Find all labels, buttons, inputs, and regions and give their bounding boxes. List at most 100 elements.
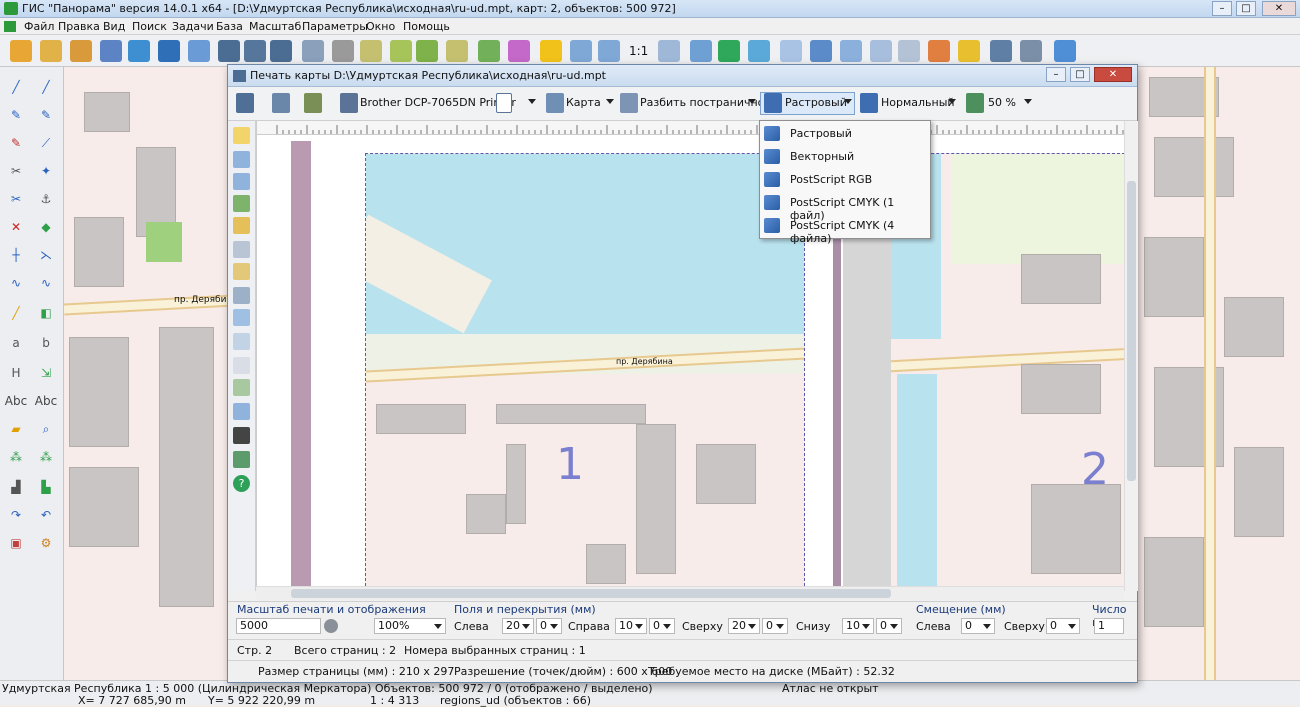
split-pages-button[interactable]: Разбить постранично bbox=[640, 96, 764, 109]
height-label[interactable]: H bbox=[5, 363, 27, 383]
fit-window-icon[interactable] bbox=[658, 40, 680, 62]
dialog-maximize-button[interactable]: □ bbox=[1070, 67, 1090, 82]
menu-item-vector[interactable]: Векторный bbox=[760, 145, 930, 168]
help-icon[interactable]: ? bbox=[233, 475, 250, 492]
pointer-icon[interactable] bbox=[780, 40, 802, 62]
printer-name-button[interactable]: Brother DCP-7065DN Printer bbox=[360, 96, 516, 109]
raster-mode-icon[interactable] bbox=[764, 93, 782, 113]
window-icon[interactable] bbox=[100, 40, 122, 62]
gallery-icon[interactable]: ▣ bbox=[5, 533, 27, 553]
menu-file[interactable]: Файл bbox=[24, 20, 54, 33]
text-tool-abc-2[interactable]: Abc bbox=[32, 391, 60, 411]
map-button[interactable]: Карта bbox=[566, 96, 601, 109]
tree-icon[interactable]: ⁂ bbox=[5, 447, 27, 467]
dialog-close-button[interactable]: ✕ bbox=[1094, 67, 1132, 82]
select-pointer-icon[interactable] bbox=[233, 151, 250, 168]
move-frame-icon[interactable] bbox=[233, 217, 250, 234]
print-preview-icon[interactable] bbox=[1020, 40, 1042, 62]
label-b-icon[interactable]: b bbox=[35, 333, 57, 353]
zoom-button[interactable]: 50 % bbox=[988, 96, 1016, 109]
curve-icon[interactable]: ∿ bbox=[5, 273, 27, 293]
quality-button[interactable]: Нормальный bbox=[881, 96, 955, 109]
select-all-icon[interactable] bbox=[390, 40, 412, 62]
triangle-icon[interactable] bbox=[233, 451, 250, 468]
help-icon[interactable] bbox=[1054, 40, 1076, 62]
node-add-icon[interactable]: ┼ bbox=[5, 245, 27, 265]
binoculars-off-icon[interactable] bbox=[302, 40, 324, 62]
printer-select-icon[interactable] bbox=[340, 93, 358, 113]
print-file-icon[interactable] bbox=[272, 93, 290, 113]
area-icon[interactable]: ▙ bbox=[35, 477, 57, 497]
chevron-down-icon[interactable] bbox=[606, 99, 614, 104]
mode-dropdown-chevron-icon[interactable] bbox=[844, 99, 852, 104]
back-arrow-icon[interactable] bbox=[748, 40, 770, 62]
cut-icon[interactable]: ✂ bbox=[5, 161, 27, 181]
split-pages-icon[interactable] bbox=[620, 93, 638, 113]
delete-icon[interactable]: ✕ bbox=[5, 217, 27, 237]
layers-icon[interactable] bbox=[158, 40, 180, 62]
menu-tasks[interactable]: Задачи bbox=[172, 20, 214, 33]
overlap-right-select[interactable]: 0 bbox=[649, 618, 675, 634]
tree2-icon[interactable]: ⁂ bbox=[35, 447, 57, 467]
label-a-icon[interactable]: a bbox=[5, 333, 27, 353]
frame-props-icon[interactable] bbox=[233, 333, 250, 350]
offset-top-select[interactable]: 0 bbox=[1046, 618, 1080, 634]
offset-left-select[interactable]: 0 bbox=[961, 618, 995, 634]
overlap-top-select[interactable]: 0 bbox=[762, 618, 788, 634]
table-edit-icon[interactable] bbox=[870, 40, 892, 62]
object-props-icon[interactable] bbox=[478, 40, 500, 62]
layers-print-icon[interactable] bbox=[233, 287, 250, 304]
zoom-in-icon[interactable] bbox=[598, 40, 620, 62]
print-scale-input[interactable]: 5000 bbox=[236, 618, 321, 634]
globe-settings-icon[interactable] bbox=[810, 40, 832, 62]
scrollbar-thumb[interactable] bbox=[291, 589, 891, 598]
select-region-icon[interactable] bbox=[233, 173, 250, 190]
margin-left-select[interactable]: 20 bbox=[502, 618, 534, 634]
add-object-icon[interactable] bbox=[416, 40, 438, 62]
draw-nodes-icon[interactable]: ✎ bbox=[35, 105, 57, 125]
select-tool-icon[interactable] bbox=[360, 40, 382, 62]
open-data-icon[interactable] bbox=[40, 40, 62, 62]
paint-icon[interactable] bbox=[928, 40, 950, 62]
menu-item-postscript-cmyk-1[interactable]: PostScript CMYK (1 файл) bbox=[760, 191, 930, 222]
legend-icon[interactable] bbox=[233, 379, 250, 396]
quality-icon[interactable] bbox=[860, 93, 878, 113]
close-map-icon[interactable] bbox=[70, 40, 92, 62]
chevron-down-icon[interactable] bbox=[748, 99, 756, 104]
menu-window[interactable]: Окно bbox=[366, 20, 395, 33]
menu-help[interactable]: Помощь bbox=[403, 20, 450, 33]
polyline-edit-icon[interactable]: ⟋ bbox=[35, 133, 57, 153]
magnifier-icon[interactable]: ⌕ bbox=[35, 419, 57, 439]
print-settings-icon[interactable] bbox=[304, 93, 322, 113]
list-icon[interactable] bbox=[332, 40, 354, 62]
binoculars-select-icon[interactable] bbox=[270, 40, 292, 62]
scrollbar-thumb[interactable] bbox=[1127, 181, 1136, 481]
check-icon[interactable] bbox=[718, 40, 740, 62]
text-tool-abc[interactable]: Abc bbox=[2, 391, 30, 411]
measure-icon[interactable]: ╱ bbox=[5, 303, 27, 323]
select-frame-icon[interactable] bbox=[233, 127, 250, 144]
menu-parameters[interactable]: Параметры bbox=[302, 20, 368, 33]
binoculars-icon[interactable] bbox=[218, 40, 240, 62]
preview-horizontal-scrollbar[interactable] bbox=[256, 586, 1124, 600]
maximize-button[interactable]: □ bbox=[1236, 1, 1256, 16]
open-folder-icon[interactable] bbox=[10, 40, 32, 62]
zoom-frame-icon[interactable] bbox=[233, 403, 250, 420]
draw-line-icon[interactable]: ╱ bbox=[5, 77, 27, 97]
brush-icon[interactable] bbox=[233, 427, 250, 444]
layers-edit-icon[interactable] bbox=[188, 40, 210, 62]
gear-icon[interactable]: ⚙ bbox=[35, 533, 57, 553]
close-button[interactable]: ✕ bbox=[1262, 1, 1296, 16]
menu-edit[interactable]: Правка bbox=[58, 20, 100, 33]
grid-icon[interactable] bbox=[233, 241, 250, 258]
pencil-icon[interactable]: ▰ bbox=[5, 419, 27, 439]
chevron-down-icon[interactable] bbox=[948, 99, 956, 104]
menu-item-raster[interactable]: Растровый bbox=[760, 122, 930, 145]
globe-scale-icon[interactable] bbox=[324, 619, 338, 633]
dialog-minimize-button[interactable]: – bbox=[1046, 67, 1066, 82]
pencil-red-icon[interactable]: ✎ bbox=[5, 133, 27, 153]
draw-polyline-icon[interactable]: ╱ bbox=[35, 77, 57, 97]
print-icon[interactable] bbox=[236, 93, 254, 113]
check-object-icon[interactable]: ◆ bbox=[35, 217, 57, 237]
page-setup-icon[interactable] bbox=[233, 309, 250, 326]
